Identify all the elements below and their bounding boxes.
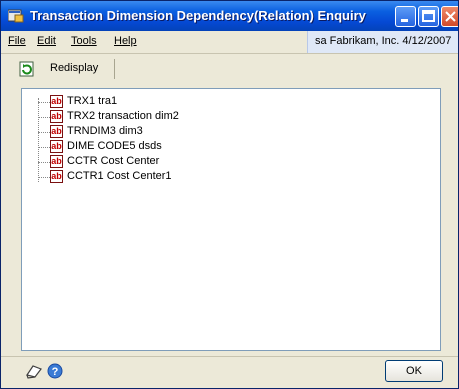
maximize-icon	[422, 10, 435, 22]
tree-branch	[38, 162, 50, 163]
tree-item-label: CCTR Cost Center	[67, 155, 160, 167]
menu-edit-label: Edit	[37, 35, 56, 47]
enquiry-window: Transaction Dimension Dependency(Relatio…	[0, 0, 459, 389]
text-field-icon: ab	[50, 95, 63, 108]
user-context-text: sa Fabrikam, Inc. 4/12/2007	[315, 35, 452, 47]
tree-branch	[38, 102, 50, 103]
tree-branch	[38, 117, 50, 118]
text-field-icon: ab	[50, 155, 63, 168]
tree-branch	[38, 132, 50, 133]
window-title: Transaction Dimension Dependency(Relatio…	[30, 8, 366, 23]
tree-item-label: CCTR1 Cost Center1	[67, 170, 172, 182]
close-button[interactable]	[441, 6, 458, 27]
redisplay-label: Redisplay	[50, 62, 99, 74]
tree-item-label: TRX2 transaction dim2	[67, 110, 179, 122]
menu-edit[interactable]: Edit	[37, 35, 56, 47]
close-icon	[445, 11, 456, 22]
menu-file-label: File	[8, 35, 26, 47]
footer-divider	[1, 356, 458, 357]
tree-branch	[38, 177, 50, 178]
text-field-icon: ab	[50, 140, 63, 153]
menu-help-label: Help	[114, 35, 137, 47]
minimize-button[interactable]	[395, 6, 416, 27]
ok-button[interactable]: OK	[385, 360, 443, 382]
user-context-bar: sa Fabrikam, Inc. 4/12/2007	[307, 31, 458, 53]
maximize-button[interactable]	[418, 6, 439, 27]
title-bar[interactable]: Transaction Dimension Dependency(Relatio…	[1, 1, 458, 31]
tree-item-label: TRNDIM3 dim3	[67, 125, 143, 137]
help-icon[interactable]: ?	[47, 363, 63, 379]
app-window-icon	[8, 9, 24, 23]
tree-branch	[38, 147, 50, 148]
redisplay-icon	[19, 61, 34, 77]
dimension-tree[interactable]: ab TRX1 tra1 ab TRX2 transaction dim2 ab…	[21, 88, 441, 351]
menu-file[interactable]: File	[8, 35, 26, 47]
menu-help[interactable]: Help	[114, 35, 137, 47]
note-icon[interactable]	[25, 363, 43, 379]
text-field-icon: ab	[50, 170, 63, 183]
tree-connector	[38, 98, 39, 182]
menu-tools[interactable]: Tools	[71, 35, 97, 47]
svg-text:?: ?	[52, 366, 59, 378]
tree-item-label: TRX1 tra1	[67, 95, 118, 107]
text-field-icon: ab	[50, 125, 63, 138]
toolbar-divider	[1, 53, 458, 54]
tree-item-label: DIME CODE5 dsds	[67, 140, 162, 152]
text-field-icon: ab	[50, 110, 63, 123]
menu-tools-label: Tools	[71, 35, 97, 47]
redisplay-button[interactable]: Redisplay	[19, 60, 115, 80]
toolbar-separator	[114, 59, 115, 79]
minimize-icon	[401, 19, 408, 22]
